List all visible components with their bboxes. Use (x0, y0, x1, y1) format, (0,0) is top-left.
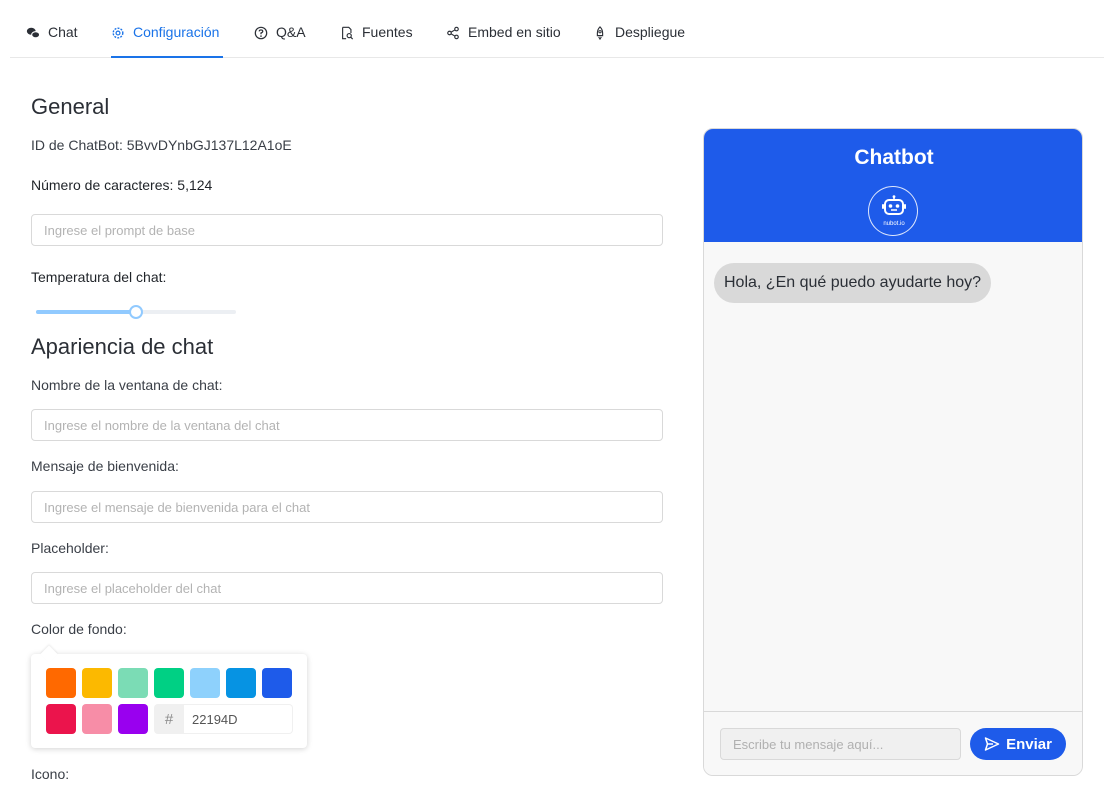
robot-icon (882, 195, 906, 215)
tab-despliegue[interactable]: Despliegue (593, 24, 685, 58)
gear-icon (112, 27, 124, 39)
color-swatch[interactable] (82, 668, 112, 698)
bot-avatar: nubot.io (868, 186, 918, 236)
tab-label: Despliegue (615, 24, 686, 40)
slider-handle[interactable] (129, 305, 143, 319)
tab-label: Configuración (133, 24, 220, 40)
temperature-slider[interactable] (36, 304, 236, 320)
share-icon (447, 26, 459, 40)
section-title-apariencia: Apariencia de chat (31, 334, 214, 359)
chat-preview-title: Chatbot (854, 146, 934, 169)
rocket-icon (596, 26, 604, 40)
color-swatch[interactable] (154, 668, 184, 698)
tab-label: Q&A (276, 24, 306, 40)
question-circle-icon (254, 26, 268, 40)
placeholder-input[interactable] (31, 572, 663, 604)
tab-qa[interactable]: Q&A (254, 24, 306, 58)
tab-label: Fuentes (362, 24, 413, 40)
chatbot-id-text: ID de ChatBot: 5BvvDYnbGJ137L12A1oE (31, 137, 292, 153)
tab-fuentes[interactable]: Fuentes (340, 24, 413, 58)
color-picker: # (31, 654, 307, 748)
send-icon (984, 737, 1000, 751)
window-name-input[interactable] (31, 409, 663, 441)
color-swatch[interactable] (46, 704, 76, 734)
top-tab-bar: Chat Configuración Q&A Fuentes Embed en … (10, 0, 1104, 58)
color-swatch[interactable] (118, 704, 148, 734)
temperature-label: Temperatura del chat: (31, 269, 167, 285)
color-swatch[interactable] (82, 704, 112, 734)
chat-bubbles-icon (26, 27, 40, 39)
bg-color-label: Color de fondo: (31, 621, 127, 637)
chat-preview-footer: Enviar (704, 711, 1082, 775)
color-swatch[interactable] (190, 668, 220, 698)
send-button-label: Enviar (1006, 735, 1052, 753)
bot-message-bubble: Hola, ¿En qué puedo ayudarte hoy? (714, 263, 992, 303)
placeholder-label: Placeholder: (31, 540, 109, 556)
welcome-message-input[interactable] (31, 491, 663, 523)
tab-label: Embed en sitio (468, 24, 561, 40)
hash-prefix: # (154, 704, 184, 734)
color-swatch[interactable] (226, 668, 256, 698)
message-input[interactable] (720, 728, 961, 760)
tab-configuracion[interactable]: Configuración (111, 24, 223, 58)
tab-label: Chat (48, 24, 78, 40)
color-swatch[interactable] (46, 668, 76, 698)
color-swatch[interactable] (262, 668, 292, 698)
window-name-label: Nombre de la ventana de chat: (31, 377, 223, 393)
tab-chat[interactable]: Chat (26, 24, 78, 58)
tab-embed-en-sitio[interactable]: Embed en sitio (446, 24, 561, 58)
char-count-text: Número de caracteres: 5,124 (31, 177, 213, 193)
color-swatch[interactable] (118, 668, 148, 698)
document-search-icon (342, 26, 354, 40)
chat-preview: Chatbot nubot.io Hola, ¿En qué puedo ayu… (703, 128, 1083, 776)
icon-label: Icono: (31, 766, 70, 782)
section-title-general: General (31, 94, 110, 119)
send-button[interactable]: Enviar (970, 728, 1066, 760)
hex-color-input[interactable] (184, 704, 293, 734)
base-prompt-input[interactable] (31, 214, 663, 246)
welcome-message-label: Mensaje de bienvenida: (31, 458, 179, 474)
avatar-brand-text: nubot.io (883, 221, 905, 227)
chat-preview-header: Chatbot nubot.io (704, 129, 1082, 242)
slider-track (36, 310, 136, 314)
